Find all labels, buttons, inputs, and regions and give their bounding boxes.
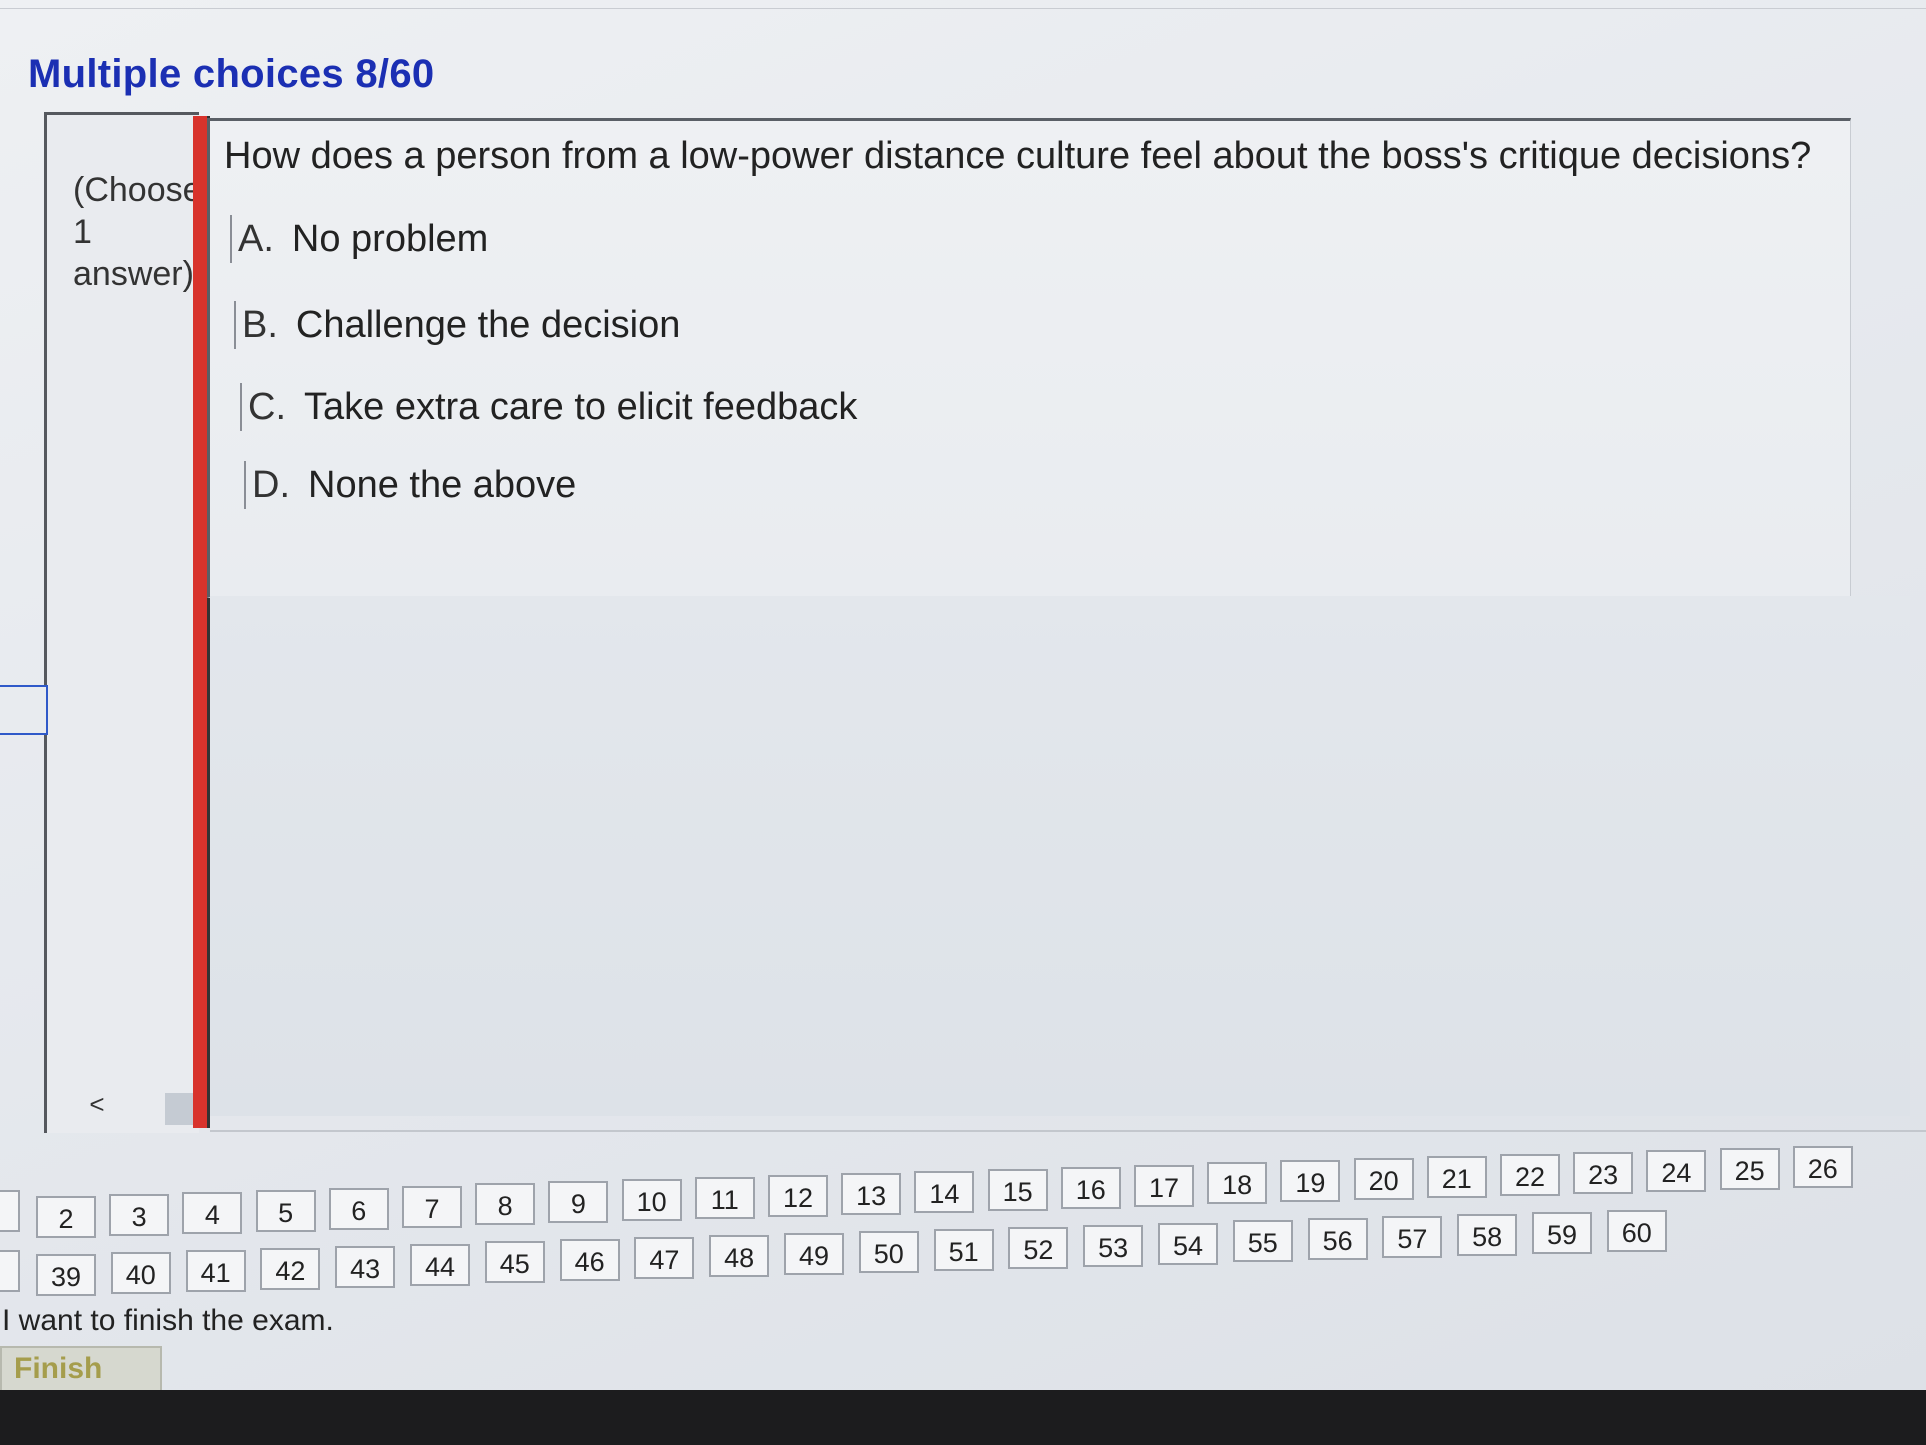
- question-nav-button[interactable]: 60: [1606, 1209, 1667, 1252]
- question-nav-button[interactable]: 17: [1134, 1164, 1194, 1207]
- page-title: Multiple choices 8/60: [28, 52, 435, 96]
- question-nav-button[interactable]: 18: [1207, 1162, 1268, 1205]
- question-nav-button[interactable]: 46: [559, 1239, 620, 1282]
- answer-letter: D.: [252, 464, 290, 506]
- question-text: How does a person from a low-power dista…: [224, 135, 1812, 177]
- question-nav-button[interactable]: 16: [1060, 1166, 1121, 1209]
- question-nav-button[interactable]: 51: [933, 1228, 994, 1271]
- question-nav-button[interactable]: 19: [1280, 1160, 1341, 1203]
- question-nav-button[interactable]: 57: [1382, 1216, 1443, 1259]
- question-panel: How does a person from a low-power dista…: [207, 118, 1851, 598]
- question-nav-button[interactable]: 47: [634, 1237, 695, 1280]
- question-nav-button[interactable]: 5: [255, 1189, 316, 1232]
- question-nav-button[interactable]: 14: [914, 1170, 975, 1213]
- question-nav-button[interactable]: 55: [1232, 1220, 1293, 1263]
- question-nav-button[interactable]: 53: [1083, 1224, 1144, 1267]
- question-nav-button[interactable]: 7: [402, 1185, 462, 1228]
- answer-letter: C.: [248, 386, 286, 428]
- question-nav-button[interactable]: 49: [784, 1233, 844, 1275]
- answer-option-d[interactable]: D. None the above: [244, 461, 576, 509]
- question-nav-button[interactable]: 13: [841, 1172, 902, 1215]
- question-nav-button[interactable]: 23: [1573, 1151, 1634, 1194]
- question-nav-button[interactable]: 20: [1353, 1158, 1414, 1201]
- question-nav-button[interactable]: 41: [185, 1249, 246, 1292]
- side-input-box[interactable]: [0, 685, 48, 735]
- answer-letter: B.: [242, 304, 278, 346]
- question-nav-button[interactable]: 2: [36, 1196, 96, 1238]
- question-nav-button[interactable]: 9: [548, 1181, 609, 1224]
- answer-text: No problem: [291, 218, 489, 260]
- question-nav-button[interactable]: 21: [1426, 1156, 1487, 1199]
- question-nav-button[interactable]: 58: [1457, 1214, 1518, 1257]
- answer-option-c[interactable]: C. Take extra care to elicit feedback: [240, 383, 857, 431]
- answer-letter: A.: [238, 218, 274, 260]
- instruction-panel: (Choose 1 answer): [44, 112, 202, 1133]
- question-nav-button[interactable]: 12: [768, 1175, 828, 1217]
- question-nav-previous-edge[interactable]: [0, 1250, 20, 1292]
- choose-hint: (Choose 1 answer): [73, 171, 202, 293]
- question-nav-button[interactable]: 26: [1792, 1145, 1853, 1188]
- question-nav-button[interactable]: 52: [1008, 1226, 1069, 1269]
- question-nav-button[interactable]: 6: [328, 1187, 389, 1230]
- finish-button[interactable]: Finish: [0, 1346, 162, 1392]
- finish-message: I want to finish the exam.: [2, 1304, 334, 1337]
- top-divider: [0, 8, 1926, 9]
- question-nav-button[interactable]: 56: [1307, 1218, 1368, 1261]
- question-nav-button[interactable]: 8: [475, 1183, 536, 1226]
- answer-option-b[interactable]: B. Challenge the decision: [234, 301, 680, 349]
- question-nav-button[interactable]: 44: [410, 1243, 470, 1286]
- question-nav-previous-edge[interactable]: [0, 1190, 20, 1232]
- question-nav-button[interactable]: 15: [987, 1168, 1048, 1211]
- answer-text: Challenge the decision: [295, 304, 681, 346]
- answer-text: Take extra care to elicit feedback: [304, 386, 858, 428]
- question-nav-button[interactable]: 54: [1158, 1222, 1218, 1265]
- exam-screen: Multiple choices 8/60 (Choose 1 answer) …: [0, 0, 1926, 1392]
- content-divider: [210, 1130, 1926, 1132]
- answer-text: None the above: [308, 464, 577, 506]
- question-nav-button[interactable]: 39: [36, 1254, 96, 1296]
- question-nav-button[interactable]: 10: [621, 1179, 682, 1222]
- question-nav-button[interactable]: 43: [335, 1245, 396, 1288]
- question-nav-button[interactable]: 4: [182, 1191, 243, 1234]
- question-nav-button[interactable]: 25: [1719, 1147, 1780, 1190]
- monitor-bezel: [0, 1390, 1926, 1445]
- question-content-area: [210, 596, 1910, 1116]
- question-nav-button[interactable]: 50: [858, 1230, 919, 1273]
- answer-option-a[interactable]: A. No problem: [230, 215, 488, 263]
- question-nav-button[interactable]: 59: [1532, 1212, 1592, 1254]
- question-nav-button[interactable]: 48: [709, 1235, 770, 1278]
- scroll-left-icon[interactable]: <: [85, 1090, 109, 1118]
- question-nav-button[interactable]: 24: [1646, 1149, 1707, 1192]
- question-nav-button[interactable]: 3: [109, 1193, 170, 1236]
- question-nav-button[interactable]: 42: [260, 1247, 321, 1290]
- question-nav-button[interactable]: 40: [110, 1251, 171, 1294]
- question-nav-button[interactable]: 11: [694, 1177, 755, 1220]
- question-nav-button[interactable]: 45: [484, 1241, 545, 1284]
- question-nav-button[interactable]: 22: [1500, 1154, 1560, 1196]
